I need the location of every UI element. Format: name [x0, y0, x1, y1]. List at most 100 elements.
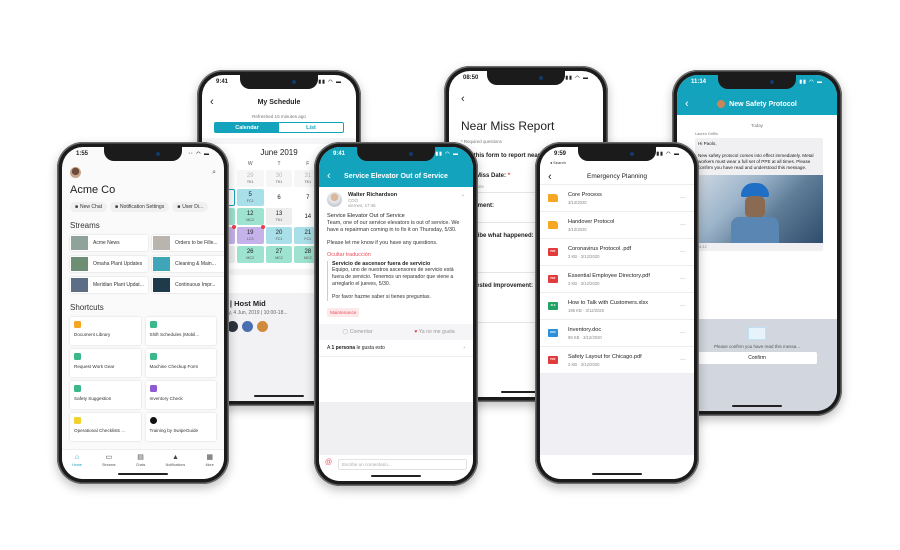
shift-code: TK1 [275, 179, 283, 184]
back-chevron-icon[interactable]: ‹ [327, 170, 331, 182]
bell-icon: ■ [114, 204, 119, 210]
status-time: 9:41 [333, 151, 346, 157]
stream-item[interactable]: Omaha Plant Updates [70, 256, 148, 272]
form-icon [74, 353, 81, 360]
file-row[interactable]: PDF Essential Employee Directory.pdf 3 KB … [540, 266, 694, 293]
calendar-day[interactable]: 26 MC2 [236, 246, 264, 263]
calendar-day[interactable]: 12 MC2 [236, 208, 264, 225]
attendee-avatar[interactable] [257, 321, 268, 332]
stream-item[interactable]: Cleaning & Main... [152, 256, 224, 272]
chip-notification-settings[interactable]: ■ Notification Settings [109, 202, 170, 212]
search-icon[interactable]: ⌕ [212, 169, 216, 177]
file-row[interactable]: Core Process 3/12/2020 ··· [540, 185, 694, 212]
tab-chats[interactable]: ▤ Chats [136, 454, 145, 479]
chip-user-di-[interactable]: ■ User Di... [172, 202, 209, 212]
mention-at-icon[interactable]: @ [325, 459, 332, 466]
form-title: Near Miss Report [461, 119, 555, 133]
file-list: Core Process 3/12/2020 ··· Handover Protoco… [540, 185, 694, 374]
back-chevron-icon[interactable]: ‹ [685, 98, 689, 110]
streams-icon: ▭ [105, 454, 113, 461]
stream-label: Continuous Impr... [175, 282, 216, 288]
shift-code: MC2 [246, 217, 254, 222]
signal-wifi-battery-icon: ▮▮ ◠ ▬ [318, 79, 342, 85]
shortcut-item[interactable]: Document Library [70, 317, 141, 345]
stream-item[interactable]: Meridian Plant Updat... [70, 277, 148, 293]
user-avatar[interactable] [70, 167, 81, 178]
confirm-prompt: Please confirm you have read this messa.… [713, 344, 801, 349]
file-row[interactable]: XLS How to Talk with Customers.xlsx 195 KB… [540, 293, 694, 320]
file-row[interactable]: Handover Protocol 3/12/2020 ··· [540, 212, 694, 239]
hide-translation-link[interactable]: Ocultar traducción [327, 252, 465, 258]
calendar-day[interactable]: 27 MC2 [265, 246, 293, 263]
comment-button[interactable]: ◯ Comentar [319, 329, 396, 335]
calendar-day[interactable]: 5 FC1 [236, 189, 264, 206]
comment-input[interactable]: Escribe un comentario... [338, 459, 467, 470]
shortcut-item[interactable]: Safety Suggestion [70, 381, 141, 409]
back-chevron-icon[interactable]: ‹ [461, 93, 591, 105]
shortcut-item[interactable]: Shift Schedules (Mobil... [145, 317, 216, 345]
tag-maintenance[interactable]: Maintenance [327, 308, 360, 317]
tab-notifications[interactable]: ▲ Notifications [166, 454, 186, 479]
doc-file-icon: DOC [548, 329, 558, 337]
file-meta: 3/12/2020 [568, 226, 587, 232]
more-options-icon[interactable]: ··· [680, 303, 686, 309]
calendar-day[interactable]: 6 [266, 189, 293, 206]
shortcut-item[interactable]: Request Work Gear [70, 349, 141, 377]
files-screen: 9:59 ▮▮ ◠ ▬ ◂ Search ‹ Emergency Planning… [540, 147, 694, 479]
segment-calendar[interactable]: Calendar [215, 123, 279, 132]
attendee-avatar[interactable] [242, 321, 253, 332]
post-actions: ◯ Comentar ♥ Ya no me gusta [319, 324, 473, 340]
more-options-icon[interactable]: ··· [680, 276, 686, 282]
more-options-icon[interactable]: ··· [680, 249, 686, 255]
tab-label: Home [72, 463, 82, 467]
segment-list[interactable]: List [279, 123, 343, 132]
confirm-button[interactable]: Confirm [697, 352, 817, 364]
chip-new-chat[interactable]: ■ New Chat [70, 202, 107, 212]
calendar-day[interactable]: 30 TK1 [265, 170, 293, 187]
calendar-day[interactable]: 19 LC3 [236, 225, 265, 244]
calendar-day[interactable]: 13 TK1 [265, 208, 293, 225]
weekday-label: T [277, 161, 281, 167]
stream-item[interactable]: Acme News [70, 235, 148, 251]
phone-acme-home: 1:55 ·· ◠ ▬ ⌕ Acme Co ■ New Chat ■ Notificat… [57, 142, 229, 484]
calendar-icon [149, 321, 157, 328]
day-number: 6 [277, 194, 281, 201]
tab-more[interactable]: ▦ More [206, 454, 214, 479]
back-chevron-icon[interactable]: ‹ [210, 96, 214, 108]
stream-item[interactable]: Continuous Impr... [152, 277, 224, 293]
shortcut-label: Shift Schedules (Mobil... [149, 332, 200, 337]
shortcut-item[interactable]: Operational Checklists ... [70, 413, 141, 441]
chevron-down-icon[interactable]: ⌄ [461, 192, 465, 198]
stream-label: Meridian Plant Updat... [93, 282, 144, 288]
stream-thumbnail [153, 257, 170, 271]
tab-streams[interactable]: ▭ Streams [102, 454, 115, 479]
more-options-icon[interactable]: ··· [680, 222, 686, 228]
file-row[interactable]: DOC Inventory.doc 98 KB · 3/12/2020 ··· [540, 320, 694, 347]
file-row[interactable]: PDF Safety Layout for Chicago.pdf 3 KB · 3… [540, 347, 694, 374]
shortcut-item[interactable]: Training by SwipeGuide [145, 413, 216, 441]
avatar [717, 100, 726, 108]
author-avatar[interactable] [327, 192, 342, 207]
message-photo-safety-worker[interactable] [695, 175, 823, 243]
unlike-button[interactable]: ♥ Ya no me gusta [396, 329, 473, 335]
users-icon: ■ [177, 204, 181, 210]
notch [718, 75, 796, 89]
file-name: Safety Layout for Chicago.pdf [568, 353, 642, 360]
more-options-icon[interactable]: ··· [680, 330, 686, 336]
stream-thumbnail [71, 257, 88, 271]
stream-item[interactable]: Orders to be Fille... [152, 235, 224, 251]
shortcut-item[interactable]: Inventory Check [145, 381, 216, 409]
file-name: Essential Employee Directory.pdf [568, 272, 650, 279]
tab-home[interactable]: ⌂ Home [72, 454, 82, 479]
more-options-icon[interactable]: ··· [680, 357, 686, 363]
likes-row[interactable]: A 1 persona le gusta esto › [319, 340, 473, 357]
stream-thumbnail [153, 236, 170, 250]
stream-thumbnail [71, 236, 88, 250]
shortcut-item[interactable]: Machine Checkup Form [145, 349, 216, 377]
more-options-icon[interactable]: ··· [680, 195, 686, 201]
calendar-day[interactable]: 20 FC1 [265, 227, 293, 244]
schedule-navbar: ‹ My Schedule [202, 93, 356, 111]
calendar-day[interactable]: 29 TK1 [236, 170, 264, 187]
file-row[interactable]: PDF Coronavirus Protocol .pdf 3 KB · 3/12/… [540, 239, 694, 266]
back-chevron-icon[interactable]: ‹ [548, 171, 552, 183]
